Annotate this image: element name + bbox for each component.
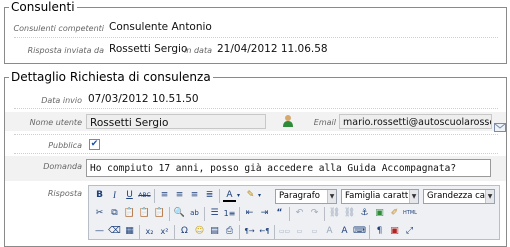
email-value: mario.rossetti@autoscuolarossetti <box>343 117 492 128</box>
align-left-icon[interactable]: ≡ <box>158 189 171 202</box>
table-icon[interactable]: ▦ <box>123 225 136 238</box>
styles-icon[interactable]: A <box>338 225 351 238</box>
cleanup-icon[interactable]: ✐ <box>388 207 401 220</box>
risposta-inviata-label: Risposta inviata da <box>27 46 104 55</box>
absolute-position-icon[interactable]: A <box>323 225 336 238</box>
format-select[interactable]: Paragrafo ▼ <box>275 189 337 204</box>
preview-icon[interactable]: ▣ <box>388 225 401 238</box>
chevron-down-icon: ▼ <box>409 190 418 203</box>
chevron-down-icon[interactable]: ▾ <box>235 189 242 202</box>
fullscreen-icon[interactable]: ⤢ <box>403 225 416 238</box>
unlink-icon[interactable]: ⛓ <box>343 207 356 220</box>
special-char-icon[interactable]: Ω <box>178 225 191 238</box>
data-invio-value: 07/03/2012 10.51.50 <box>88 93 199 105</box>
indent-icon[interactable]: ⇥ <box>258 207 271 220</box>
subscript-icon[interactable]: x₂ <box>143 225 156 238</box>
bullet-list-icon[interactable]: ☰ <box>208 207 221 220</box>
font-size-select-value: Grandezza cara <box>427 191 494 201</box>
undo-icon[interactable]: ↶ <box>293 207 306 220</box>
move-forward-icon[interactable]: ▭ <box>293 225 306 238</box>
outdent-icon[interactable]: ⇤ <box>243 207 256 220</box>
domanda-value: Ho compiuto 17 anni, posso già accedere … <box>90 163 457 174</box>
email-input[interactable]: mario.rossetti@autoscuolarossetti <box>339 114 492 129</box>
chevron-down-icon: ▼ <box>327 190 336 203</box>
link-icon[interactable]: ⛓ <box>328 207 341 220</box>
nome-utente-value: Rossetti Sergio <box>90 117 169 129</box>
in-data-label: in data <box>184 46 212 55</box>
paste-text-icon[interactable]: 📋 <box>138 207 151 220</box>
strikethrough-icon[interactable]: ABC <box>138 189 151 202</box>
chevron-down-icon[interactable]: ▾ <box>256 189 263 202</box>
insert-layer-icon[interactable]: ▭▭ <box>278 225 291 238</box>
cut-icon[interactable]: ✂ <box>93 207 106 220</box>
domanda-input[interactable]: Ho compiuto 17 anni, posso già accedere … <box>86 159 491 177</box>
find-icon[interactable]: 🔍 <box>173 207 186 220</box>
paste-word-icon[interactable]: 📋 <box>153 207 166 220</box>
font-family-select[interactable]: Famiglia caratt ▼ <box>341 189 419 204</box>
paste-icon[interactable]: 📋 <box>123 207 136 220</box>
print-icon[interactable]: ⎙ <box>223 225 236 238</box>
align-center-icon[interactable]: ≡ <box>173 189 186 202</box>
mail-icon[interactable] <box>494 117 506 132</box>
blockquote-icon[interactable]: “ <box>273 207 286 220</box>
redo-icon[interactable]: ↷ <box>308 207 321 220</box>
data-invio-label: Data invio <box>41 96 82 105</box>
separator <box>14 134 498 135</box>
underline-icon[interactable]: U <box>123 189 136 202</box>
pubblica-label: Pubblica <box>48 141 82 150</box>
pubblica-checkbox[interactable]: ✔ <box>89 139 100 150</box>
numbered-list-icon[interactable]: 1≡ <box>223 207 236 220</box>
bold-icon[interactable]: B <box>93 189 106 202</box>
nome-utente-input[interactable]: Rossetti Sergio <box>86 114 266 129</box>
email-label: Email <box>313 118 336 127</box>
media-icon[interactable]: ▤ <box>208 225 221 238</box>
user-icon[interactable] <box>282 113 294 127</box>
ltr-icon[interactable]: ¶→ <box>243 225 256 238</box>
separator <box>14 108 498 109</box>
separator <box>14 37 498 38</box>
show-blocks-icon[interactable]: ¶ <box>373 225 386 238</box>
risposta-inviata-value: Rossetti Sergio <box>109 43 188 55</box>
format-select-value: Paragrafo <box>279 191 320 201</box>
font-family-select-value: Famiglia caratt <box>345 191 409 201</box>
domanda-label: Domanda <box>43 162 82 171</box>
move-backward-icon[interactable]: ▭ <box>308 225 321 238</box>
separator <box>14 153 498 154</box>
nome-utente-label: Nome utente <box>29 118 82 127</box>
copy-icon[interactable]: ⧉ <box>108 207 121 220</box>
editor-toolbar: B I U ABC ≡ ≡ ≡ ≣ A ▾ ✎ ▾ Paragrafo ▼ Fam… <box>88 185 500 240</box>
align-right-icon[interactable]: ≡ <box>188 189 201 202</box>
image-icon[interactable]: ▣ <box>373 207 386 220</box>
consulenti-legend: Consulenti <box>9 0 77 14</box>
consulenti-competenti-label: Consulenti competenti <box>13 24 104 33</box>
html-source-icon[interactable]: HTML <box>403 207 417 220</box>
emoticon-icon[interactable]: ☺ <box>193 225 206 238</box>
risposta-label: Risposta <box>47 189 82 198</box>
consulenti-fieldset: Consulenti <box>4 1 507 64</box>
remove-format-icon[interactable]: ⌫ <box>108 225 121 238</box>
consulenti-competenti-value: Consulente Antonio <box>109 21 212 33</box>
italic-icon[interactable]: I <box>108 189 121 202</box>
dettaglio-legend: Dettaglio Richiesta di consulenza <box>9 70 213 84</box>
anchor-icon[interactable]: ⚓ <box>358 207 371 220</box>
chevron-down-icon: ▼ <box>485 190 494 203</box>
in-data-value: 21/04/2012 11.06.58 <box>217 43 328 55</box>
horizontal-rule-icon[interactable]: — <box>93 225 106 238</box>
superscript-icon[interactable]: x² <box>158 225 171 238</box>
rtl-icon[interactable]: ←¶ <box>258 225 271 238</box>
replace-icon[interactable]: ab <box>188 207 201 220</box>
font-size-select[interactable]: Grandezza cara ▼ <box>423 189 495 204</box>
align-justify-icon[interactable]: ≣ <box>203 189 216 202</box>
attributes-icon[interactable]: ⌨ <box>353 225 366 238</box>
